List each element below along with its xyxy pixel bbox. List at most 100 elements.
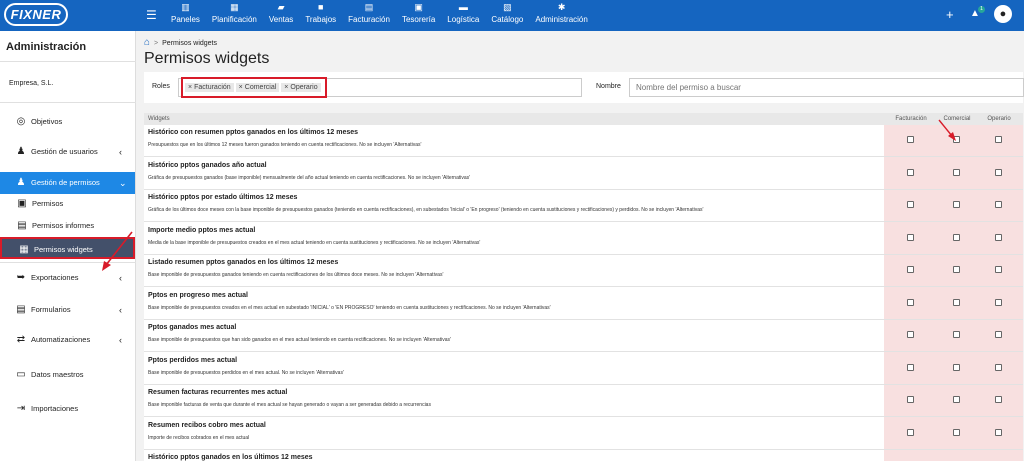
nav-label: Ventas <box>268 15 294 24</box>
header-widgets: Widgets <box>148 116 170 122</box>
name-search-input[interactable] <box>629 78 1024 97</box>
checkbox-comercial[interactable] <box>953 201 960 208</box>
checkbox-facturacion[interactable] <box>907 136 914 143</box>
home-icon[interactable]: ⌂ <box>144 37 150 48</box>
checkbox-facturacion[interactable] <box>907 331 914 338</box>
role-tag[interactable]: × Operario <box>281 83 321 92</box>
chevron-left-icon: ‹ <box>119 147 122 157</box>
nav-administracion[interactable]: ✱ Administración <box>529 3 593 25</box>
checkbox-operario[interactable] <box>995 298 1002 306</box>
widget-description: Base imponible de presupuestos creados e… <box>148 304 551 311</box>
checkbox-operario[interactable] <box>995 363 1002 371</box>
role-tag[interactable]: × Facturación <box>185 83 234 92</box>
sidebar-item-objetivos[interactable]: ◎ Objetivos <box>0 111 135 133</box>
briefcase-icon: ■ <box>318 2 324 12</box>
sidebar-item-importaciones[interactable]: ⇥ Importaciones <box>0 398 135 420</box>
catalog-icon: ▧ <box>503 2 512 12</box>
nav-trabajos[interactable]: ■ Trabajos <box>299 3 342 25</box>
checkbox-comercial[interactable] <box>953 168 960 176</box>
table-row: Pptos en progreso mes actual Base imponib… <box>144 288 1023 320</box>
checkbox-comercial[interactable] <box>953 428 960 436</box>
widget-description: Media de la base imponible de presupuest… <box>148 239 481 246</box>
role-tag-label: Operario <box>290 84 318 91</box>
nav-label: Paneles <box>171 15 200 24</box>
import-icon: ⇥ <box>16 403 26 414</box>
checkbox-facturacion[interactable] <box>907 298 914 306</box>
nav-label: Administración <box>535 15 588 24</box>
chevron-down-icon: ⌄ <box>119 178 127 188</box>
remove-icon[interactable]: × <box>284 84 288 91</box>
sidebar-item-gestion-permisos[interactable]: ♟ Gestión de permisos ⌄ <box>0 172 135 194</box>
checkbox-operario[interactable] <box>995 396 1002 403</box>
widget-description: Gráfica de presupuestos ganados (base im… <box>148 174 471 181</box>
chart-icon: ▥ <box>181 2 190 12</box>
widget-description: Base imponible de presupuestos ganados t… <box>148 272 444 278</box>
nav-tesoreria[interactable]: ▣ Tesorería <box>396 3 441 25</box>
table-header: Widgets Facturación Comercial Operario <box>144 113 1023 125</box>
checkbox-comercial[interactable] <box>953 396 960 403</box>
form-icon: ▤ <box>16 304 26 315</box>
checkbox-facturacion[interactable] <box>907 428 914 436</box>
header-operario: Operario <box>987 116 1011 122</box>
cart-icon: ▰ <box>277 2 285 12</box>
widget-title: Histórico pptos ganados año actual <box>148 161 267 169</box>
divider <box>0 102 136 103</box>
checkbox-operario[interactable] <box>995 168 1002 176</box>
nav-facturacion[interactable]: ▤ Facturación <box>342 3 396 25</box>
widgets-table: Widgets Facturación Comercial Operario H… <box>144 113 1023 461</box>
checkbox-comercial[interactable] <box>953 331 960 338</box>
user-avatar[interactable]: ● <box>994 5 1012 23</box>
checkbox-operario[interactable] <box>995 428 1002 436</box>
sidebar-item-datos-maestros[interactable]: ▭ Datos maestros <box>0 364 135 386</box>
checkbox-comercial[interactable] <box>953 298 960 306</box>
widget-title: Listado resumen pptos ganados en los últ… <box>148 259 339 266</box>
checkbox-facturacion[interactable] <box>907 266 914 273</box>
checkbox-facturacion[interactable] <box>907 233 914 241</box>
sidebar-item-gestion-usuarios[interactable]: ♟ Gestión de usuarios ‹ <box>0 141 135 163</box>
menu-toggle-icon[interactable]: ☰ <box>146 9 157 21</box>
checkbox-operario[interactable] <box>995 266 1002 273</box>
widget-description: Gráfica de los últimos doce meses con la… <box>148 207 704 213</box>
checkbox-facturacion[interactable] <box>907 168 914 176</box>
remove-icon[interactable]: × <box>188 84 192 91</box>
checkbox-operario[interactable] <box>995 233 1002 241</box>
checkbox-facturacion[interactable] <box>907 201 914 208</box>
sidebar-item-automatizaciones[interactable]: ⇄ Automatizaciones ‹ <box>0 329 135 351</box>
nav-planificacion[interactable]: ▦ Planificación <box>206 3 263 25</box>
table-row: Histórico pptos ganados año actual Gráfic… <box>144 158 1023 190</box>
checkbox-facturacion[interactable] <box>907 396 914 403</box>
annotation-arrow <box>102 231 133 271</box>
sidebar-item-label: Gestión de usuarios <box>31 147 98 156</box>
checkbox-comercial[interactable] <box>953 363 960 371</box>
export-icon: ➥ <box>16 272 26 283</box>
checkbox-comercial[interactable] <box>953 233 960 241</box>
sidebar-item-label: Gestión de permisos <box>31 178 100 187</box>
widget-title: Pptos en progreso mes actual <box>148 291 248 299</box>
nav-ventas[interactable]: ▰ Ventas <box>263 3 299 25</box>
remove-icon[interactable]: × <box>239 84 243 91</box>
checkbox-operario[interactable] <box>995 331 1002 338</box>
nav-catalogo[interactable]: ▧ Catálogo <box>485 3 529 25</box>
widget-title: Histórico pptos por estado últimos 12 me… <box>148 194 298 201</box>
fixner-logo[interactable]: FIXNER <box>4 3 68 26</box>
nav-paneles[interactable]: ▥ Paneles <box>165 3 206 25</box>
role-tag[interactable]: × Comercial <box>235 83 280 92</box>
user-lock-icon: ♟ <box>16 177 26 188</box>
sidebar-item-permisos[interactable]: ▣ Permisos <box>0 193 135 215</box>
checkbox-operario[interactable] <box>995 136 1002 143</box>
checkbox-comercial[interactable] <box>953 266 960 273</box>
header-facturacion: Facturación <box>895 116 927 122</box>
company-name: Empresa, S.L. <box>9 80 54 87</box>
checkbox-facturacion[interactable] <box>907 363 914 371</box>
filter-panel: Roles × Facturación × Comercial × Operario … <box>144 72 1024 103</box>
sidebar-item-label: Permisos widgets <box>34 245 93 254</box>
sidebar-item-formularios[interactable]: ▤ Formularios ‹ <box>0 299 135 321</box>
add-icon[interactable]: + <box>946 8 954 21</box>
nav-label: Facturación <box>348 15 390 24</box>
nav-logistica[interactable]: ▬ Logística <box>441 3 485 25</box>
sidebar-item-label: Exportaciones <box>31 273 79 282</box>
checkbox-operario[interactable] <box>995 201 1002 208</box>
widget-title: Histórico pptos ganados en los últimos 1… <box>148 454 313 461</box>
table-row: Histórico con resumen pptos ganados en l… <box>144 125 1023 157</box>
widget-icon: ▦ <box>19 244 29 255</box>
